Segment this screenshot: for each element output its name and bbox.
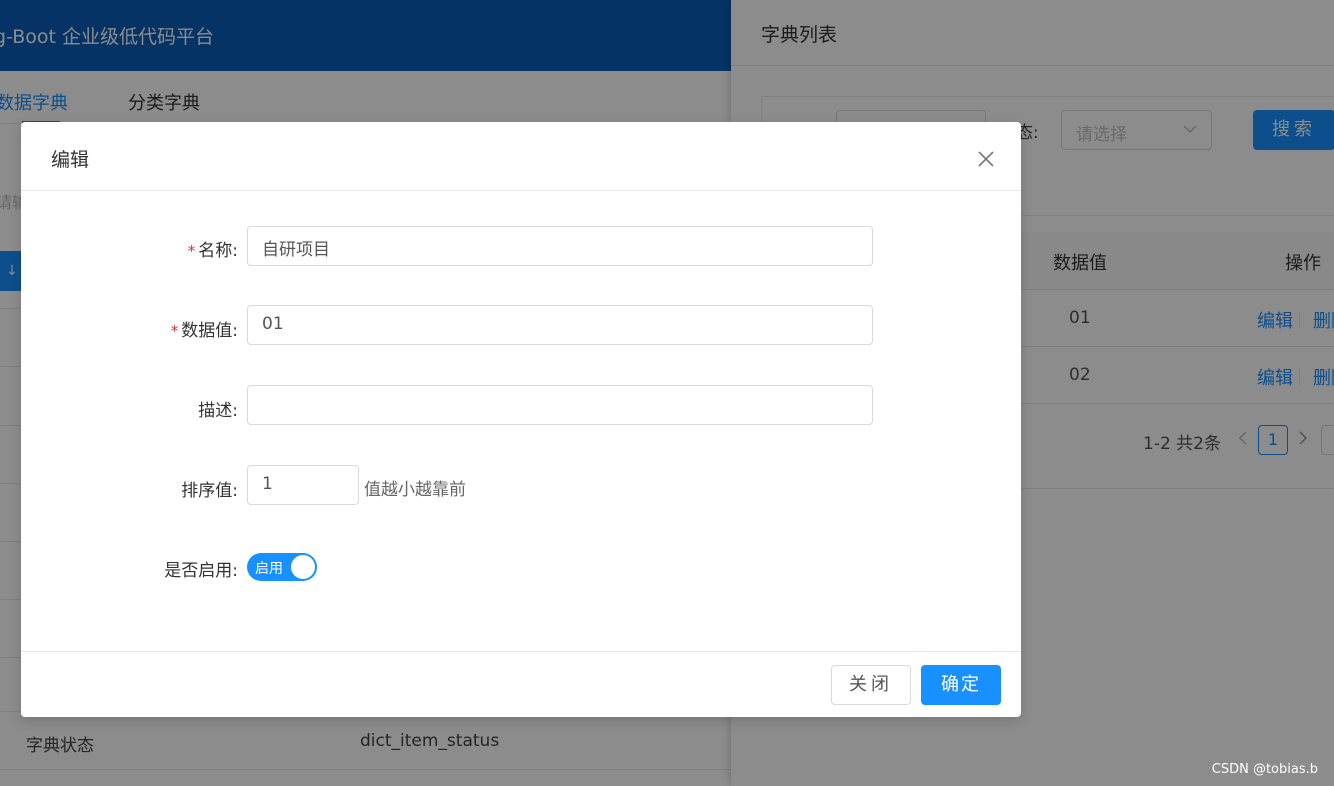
close-icon[interactable]	[971, 144, 999, 172]
modal-footer-divider	[21, 651, 1021, 652]
modal-title: 编辑	[51, 149, 90, 171]
close-button[interactable]: 关闭	[831, 665, 911, 705]
required-mark: *	[187, 242, 196, 260]
sort-label: 排序值:	[181, 481, 238, 501]
enabled-switch[interactable]: 启用	[247, 553, 317, 581]
name-input[interactable]: 自研项目	[247, 226, 873, 266]
modal-header: 编辑	[21, 122, 1021, 191]
enabled-label: 是否启用:	[164, 561, 238, 581]
name-label: * 名称:	[187, 241, 238, 261]
switch-knob	[291, 555, 315, 579]
sort-number-input[interactable]: 1	[247, 465, 359, 505]
sort-hint: 值越小越靠前	[364, 480, 466, 500]
confirm-button[interactable]: 确定	[921, 665, 1001, 705]
switch-label: 启用	[255, 561, 283, 577]
description-input[interactable]	[247, 385, 873, 425]
description-label: 描述:	[198, 401, 238, 421]
value-label: * 数据值:	[170, 321, 238, 341]
required-mark: *	[170, 322, 179, 340]
watermark: CSDN @tobias.b	[1211, 762, 1318, 777]
edit-modal: 编辑 * 名称: 自研项目 * 数据值: 01 描述: 排序值: 1 值越小越靠前 …	[21, 122, 1021, 717]
value-input[interactable]: 01	[247, 305, 873, 345]
